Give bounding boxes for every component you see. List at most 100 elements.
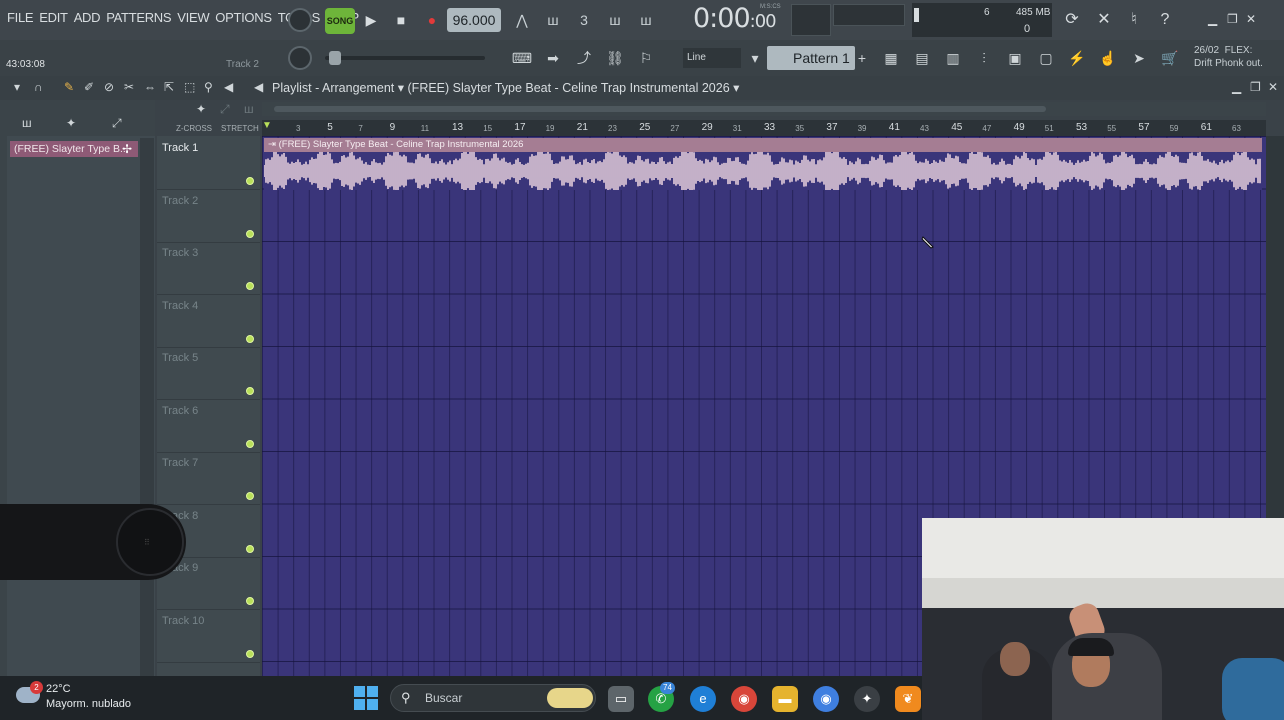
- cart-icon[interactable]: 🛒: [1156, 46, 1184, 70]
- snap-icon[interactable]: ⤴: [570, 46, 598, 70]
- track-mute-led[interactable]: [246, 229, 254, 238]
- playlist-icon[interactable]: ▦: [877, 46, 905, 70]
- track-mute-led[interactable]: [246, 492, 254, 500]
- track-header[interactable]: Track 7: [157, 453, 260, 505]
- track-header[interactable]: Track 1: [157, 138, 260, 190]
- track-mute-led[interactable]: [246, 439, 254, 448]
- minimize-icon[interactable]: ▁: [1208, 12, 1217, 26]
- chrome-icon[interactable]: ◉: [731, 686, 757, 712]
- task-view-icon[interactable]: ▭: [608, 686, 634, 712]
- playlist-menu-icon[interactable]: ▾: [14, 80, 20, 94]
- maximize-icon[interactable]: ❐: [1227, 12, 1238, 26]
- track-mute-led[interactable]: [246, 544, 254, 553]
- pattern-prev-icon[interactable]: ▾: [748, 46, 762, 70]
- master-pitch-knob[interactable]: [288, 46, 312, 70]
- magnet-icon[interactable]: ∩: [34, 80, 43, 94]
- stamp-icon[interactable]: ⚐: [632, 46, 660, 70]
- plugin-icon[interactable]: ⚡: [1063, 46, 1091, 70]
- slip-tool-icon[interactable]: ⇔: [144, 80, 156, 94]
- resize-handle-icon[interactable]: ⤢: [220, 102, 230, 117]
- speaker-icon[interactable]: ◀: [254, 80, 263, 94]
- channel-rack-icon[interactable]: ▥: [939, 46, 967, 70]
- arrow-right-icon[interactable]: ➡: [539, 46, 567, 70]
- tempo-display[interactable]: 96.000: [447, 8, 501, 32]
- track-mute-led[interactable]: [246, 334, 254, 343]
- play-button[interactable]: ▶: [358, 8, 384, 32]
- playlist-close-icon[interactable]: ✕: [1268, 80, 1278, 94]
- playlist-maximize-icon[interactable]: ❐: [1250, 80, 1261, 94]
- mixer-icon[interactable]: ⫶: [970, 46, 998, 70]
- refresh-icon[interactable]: ⟳: [1058, 6, 1086, 34]
- microphone-icon[interactable]: ♮: [1120, 6, 1148, 34]
- metronome-icon[interactable]: ⋀: [508, 8, 536, 32]
- tools-icon[interactable]: ✕: [1090, 6, 1118, 34]
- snap-mode-select[interactable]: Line: [683, 48, 741, 68]
- countdown-icon[interactable]: 3: [570, 8, 598, 32]
- master-volume-knob[interactable]: [288, 8, 312, 32]
- paint-tool-icon[interactable]: ✐: [84, 80, 94, 94]
- song-mode-button[interactable]: SONG: [325, 8, 355, 34]
- piano-roll-icon[interactable]: ▤: [908, 46, 936, 70]
- picker-automation-icon[interactable]: ⤢: [112, 116, 122, 131]
- track-mute-led[interactable]: [246, 387, 254, 395]
- audio-clip-header[interactable]: ⇥ (FREE) Slayter Type Beat - Celine Trap…: [264, 138, 1262, 152]
- menu-options[interactable]: OPTIONS: [212, 10, 274, 25]
- windows-start-icon[interactable]: [354, 686, 378, 710]
- stretch-handle-icon[interactable]: ш: [244, 102, 254, 116]
- picker-scrollbar[interactable]: [140, 138, 154, 678]
- pattern-item[interactable]: (FREE) Slayter Type B...: [10, 141, 138, 157]
- overlay-button[interactable]: [116, 508, 184, 576]
- playlist-horizontal-scrollbar[interactable]: [262, 102, 1266, 116]
- taskbar-search[interactable]: ⚲ Buscar: [390, 684, 596, 712]
- floating-overlay[interactable]: ⠿: [0, 504, 186, 580]
- position-slider[interactable]: [325, 56, 485, 60]
- mute-tool-icon[interactable]: ✂: [124, 80, 134, 94]
- playhead-marker-icon[interactable]: ▼: [262, 120, 272, 131]
- slider-handle[interactable]: [329, 51, 341, 65]
- pattern-item-add-icon[interactable]: ✢: [122, 142, 132, 156]
- picker-audio-icon[interactable]: ✦: [66, 116, 76, 130]
- audio-clip-waveform[interactable]: [263, 147, 1262, 195]
- select-tool-icon[interactable]: ⇱: [164, 80, 174, 94]
- track-mute-led[interactable]: [246, 597, 254, 605]
- typing-keyboard-icon[interactable]: ⌨: [508, 46, 536, 70]
- step-edit-icon[interactable]: ш: [601, 8, 629, 32]
- menu-view[interactable]: VIEW: [174, 10, 212, 25]
- playback-tool-icon[interactable]: ◀: [224, 80, 233, 94]
- track-header[interactable]: Track 5: [157, 348, 260, 400]
- track-header[interactable]: Track 3: [157, 243, 260, 295]
- add-pattern-icon[interactable]: +: [854, 46, 870, 70]
- zoom-handle-icon[interactable]: ✦: [196, 102, 206, 116]
- loop-record-icon[interactable]: ш: [632, 8, 660, 32]
- news-panel[interactable]: 26/02 FLEX: Drift Phonk out.: [1194, 44, 1263, 70]
- track-header[interactable]: Track 6: [157, 401, 260, 453]
- playlist-minimize-icon[interactable]: ▁: [1232, 80, 1241, 94]
- touch-icon[interactable]: ☝: [1094, 46, 1122, 70]
- menu-edit[interactable]: EDIT: [36, 10, 70, 25]
- browser-icon[interactable]: ▣: [1001, 46, 1029, 70]
- edge-icon[interactable]: e: [690, 686, 716, 712]
- picker-pattern-icon[interactable]: ш: [22, 116, 32, 130]
- link-icon[interactable]: ⛓: [601, 46, 629, 70]
- track-header[interactable]: Track 2: [157, 191, 260, 243]
- track-mute-led[interactable]: [246, 649, 254, 658]
- pattern-selector[interactable]: Pattern 1: [767, 46, 855, 70]
- record-button[interactable]: ●: [419, 8, 445, 32]
- scrollbar-thumb[interactable]: [274, 106, 1046, 112]
- menu-file[interactable]: FILE: [4, 10, 36, 25]
- help-icon[interactable]: ?: [1151, 6, 1179, 34]
- marquee-tool-icon[interactable]: ⬚: [184, 80, 195, 94]
- track-mute-led[interactable]: [246, 177, 254, 185]
- delete-tool-icon[interactable]: ⊘: [104, 80, 114, 94]
- draw-tool-icon[interactable]: ✎: [64, 80, 74, 94]
- chrome-profile-icon[interactable]: ◉: [813, 686, 839, 712]
- stop-button[interactable]: ■: [388, 8, 414, 32]
- track-header[interactable]: Track 4: [157, 296, 260, 348]
- tempo-tap-icon[interactable]: ➤: [1125, 46, 1153, 70]
- file-explorer-icon[interactable]: ▬: [772, 686, 798, 712]
- track-mute-led[interactable]: [246, 282, 254, 290]
- menu-add[interactable]: ADD: [71, 10, 104, 25]
- close-icon[interactable]: ✕: [1246, 12, 1256, 26]
- track-header[interactable]: Track 10: [157, 611, 260, 663]
- fl-studio-taskbar-icon[interactable]: ❦: [895, 686, 921, 712]
